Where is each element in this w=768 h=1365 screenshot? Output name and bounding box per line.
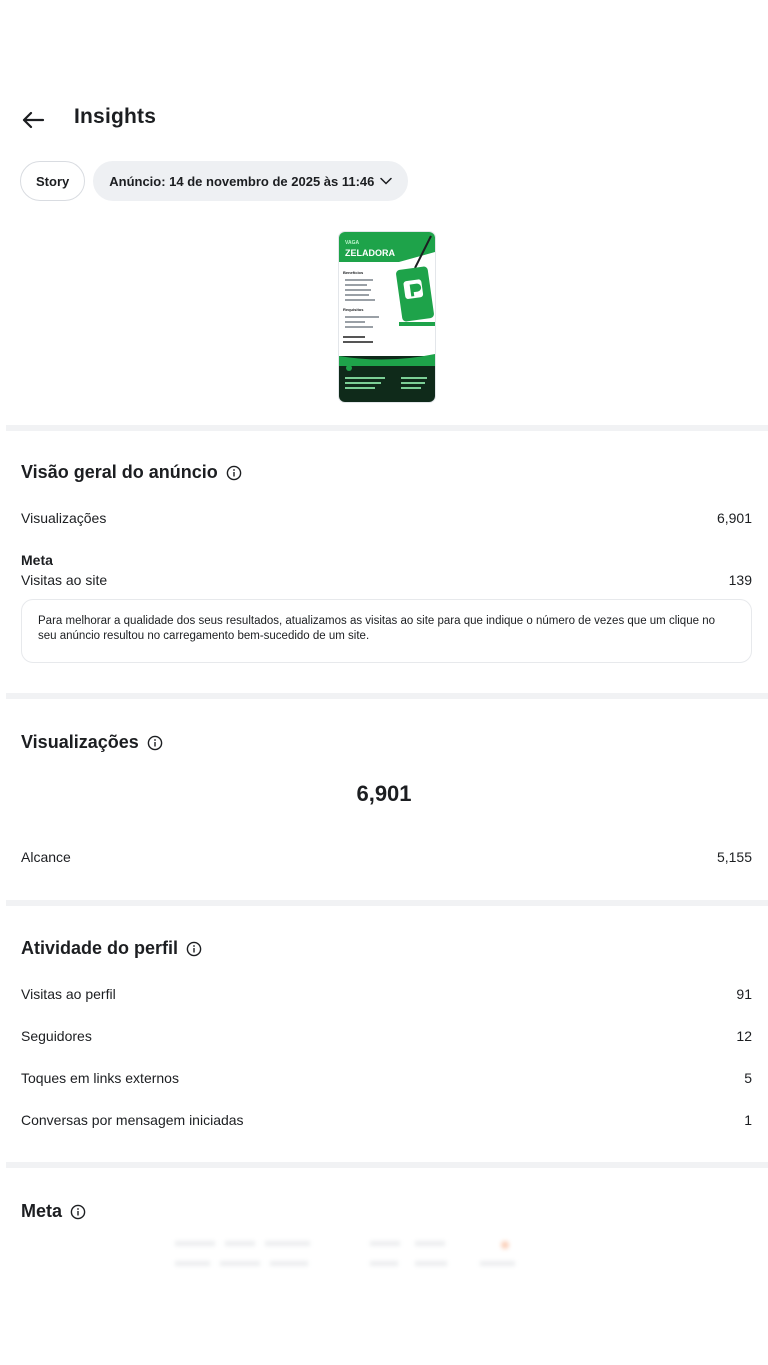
views-title-label: Visualizações (21, 732, 139, 752)
metric-value: 139 (728, 572, 752, 588)
app-header: Insights (0, 98, 768, 142)
followers-row: Seguidores 12 (21, 1028, 752, 1044)
page-title: Insights (74, 105, 157, 128)
metric-value: 6,901 (716, 510, 752, 526)
meta-section-title: Meta (21, 1201, 86, 1222)
conversations-started-row: Conversas por mensagem iniciadas 1 (21, 1112, 752, 1128)
ad-date-dropdown[interactable]: Anúncio: 14 de novembro de 2025 às 11:46 (93, 161, 409, 201)
metric-value: 1 (744, 1112, 752, 1128)
arrow-left-icon (22, 111, 45, 129)
info-icon[interactable] (147, 735, 163, 751)
section-divider (6, 425, 768, 431)
loading-placeholder (170, 1235, 530, 1295)
ad-date-label: Anúncio: 14 de novembro de 2025 às 11:46 (109, 173, 375, 189)
overview-title: Visão geral do anúncio (21, 462, 242, 483)
chevron-down-icon (380, 177, 393, 185)
story-thumbnail-image: VAGA ZELADORA Benefícios Requisitos (339, 232, 435, 402)
metric-label: Alcance (21, 849, 71, 865)
section-divider (6, 900, 768, 906)
profile-activity-title: Atividade do perfil (21, 938, 202, 959)
svg-text:VAGA: VAGA (345, 240, 359, 246)
info-icon[interactable] (186, 941, 202, 957)
story-chip[interactable]: Story (20, 161, 86, 201)
meta-subheading: Meta (21, 552, 53, 568)
svg-text:Requisitos: Requisitos (343, 307, 364, 312)
profile-visits-row: Visitas ao perfil 91 (21, 986, 752, 1002)
metric-label: Conversas por mensagem iniciadas (21, 1112, 244, 1128)
svg-text:ZELADORA: ZELADORA (345, 248, 395, 258)
back-button[interactable] (18, 106, 48, 134)
section-divider (6, 693, 768, 699)
story-chip-label: Story (36, 173, 70, 189)
profile-activity-title-label: Atividade do perfil (21, 938, 179, 958)
reach-row: Alcance 5,155 (21, 849, 752, 865)
overview-title-label: Visão geral do anúncio (21, 462, 218, 482)
svg-text:Benefícios: Benefícios (343, 270, 364, 275)
overview-site-visits-row: Visitas ao site 139 (21, 572, 752, 588)
metric-value: 12 (736, 1028, 752, 1044)
info-icon[interactable] (70, 1204, 86, 1220)
site-visits-notice: Para melhorar a qualidade dos seus resul… (21, 599, 752, 663)
metric-label: Visualizações (21, 510, 107, 526)
metric-label: Seguidores (21, 1028, 92, 1044)
metric-label: Toques em links externos (21, 1070, 179, 1086)
metric-label: Visitas ao site (21, 572, 108, 588)
meta-section-title-label: Meta (21, 1201, 63, 1221)
filter-chips: Story Anúncio: 14 de novembro de 2025 às… (20, 161, 409, 201)
info-icon[interactable] (226, 465, 242, 481)
metric-value: 5 (744, 1070, 752, 1086)
external-link-taps-row: Toques em links externos 5 (21, 1070, 752, 1086)
story-thumbnail[interactable]: VAGA ZELADORA Benefícios Requisitos (339, 232, 435, 402)
metric-label: Visitas ao perfil (21, 986, 116, 1002)
overview-views-row: Visualizações 6,901 (21, 510, 752, 526)
metric-value: 5,155 (716, 849, 752, 865)
section-divider (6, 1162, 768, 1168)
views-total: 6,901 (356, 781, 412, 806)
metric-value: 91 (736, 986, 752, 1002)
views-title: Visualizações (21, 732, 163, 753)
